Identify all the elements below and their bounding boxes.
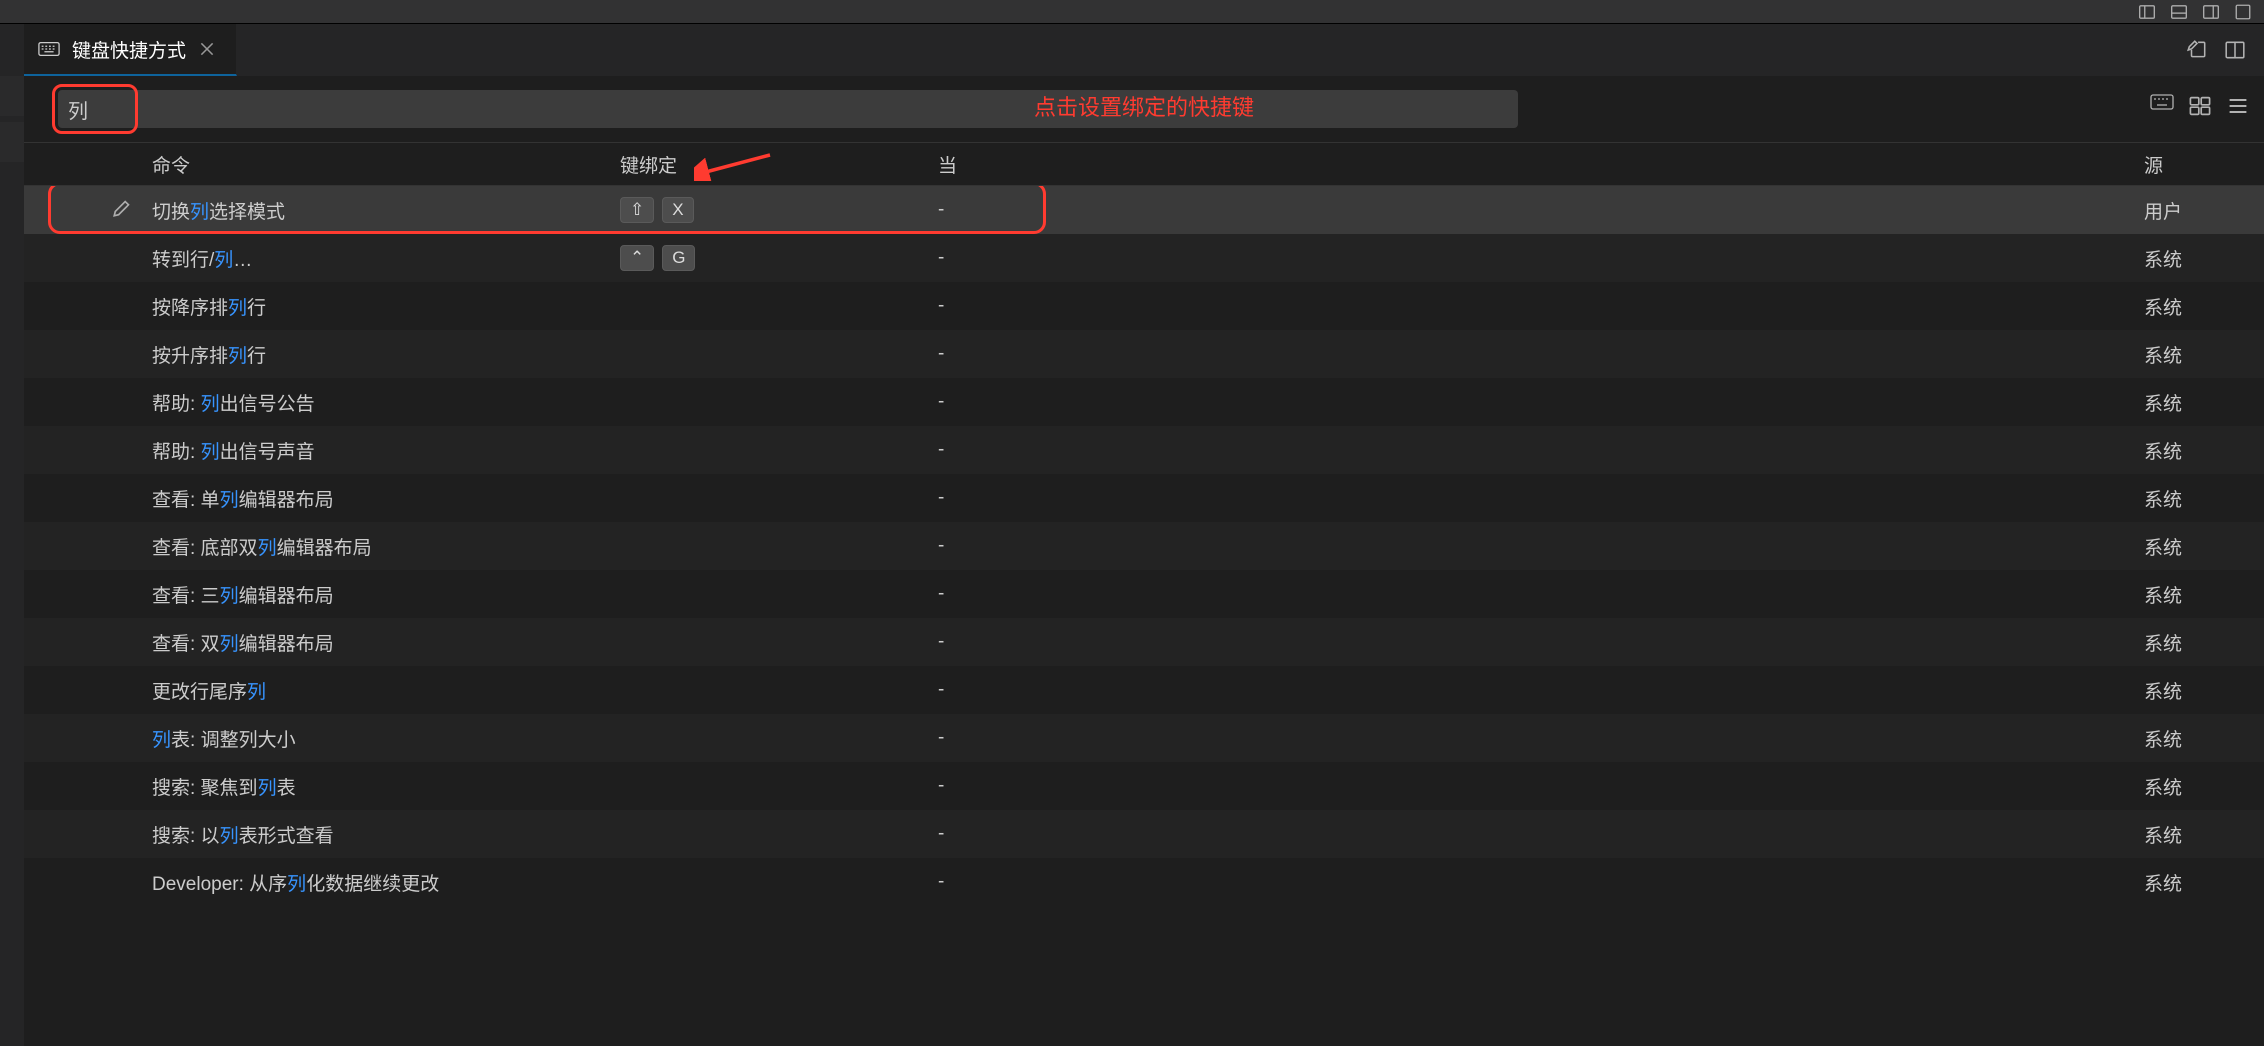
keycap: ⇧ (620, 197, 654, 223)
table-row[interactable]: 按升序排列行 -系统 (24, 330, 2264, 378)
when-cell: - (938, 199, 2144, 221)
table-row[interactable]: 查看: 双列编辑器布局 -系统 (24, 618, 2264, 666)
when-cell: - (938, 775, 2144, 797)
table-row[interactable]: 搜索: 聚焦到列表 -系统 (24, 762, 2264, 810)
sort-icon[interactable] (2188, 94, 2212, 118)
source-cell: 系统 (2144, 725, 2264, 752)
table-body: 切换列选择模式⇧X-用户转到行/列…⌃G-系统按降序排列行-系统按升序排列行-系… (24, 186, 2264, 1046)
source-cell: 系统 (2144, 293, 2264, 320)
source-cell: 系统 (2144, 581, 2264, 608)
table-row[interactable]: 转到行/列…⌃G-系统 (24, 234, 2264, 282)
tabbar-left-spacer (0, 24, 24, 76)
when-cell: - (938, 535, 2144, 557)
command-cell: 列表: 调整列大小 (152, 725, 620, 752)
command-cell: 查看: 底部双列编辑器布局 (152, 533, 620, 560)
command-cell: 按升序排列行 (152, 341, 620, 368)
table-row[interactable]: 帮助: 列出信号公告 -系统 (24, 378, 2264, 426)
source-cell: 系统 (2144, 629, 2264, 656)
left-gutter (0, 76, 24, 1046)
keycap: ⌃ (620, 245, 654, 271)
when-cell: - (938, 343, 2144, 365)
when-cell: - (938, 871, 2144, 893)
table-row[interactable]: 帮助: 列出信号声音 -系统 (24, 426, 2264, 474)
command-cell: 搜索: 聚焦到列表 (152, 773, 620, 800)
fullscreen-icon[interactable] (2234, 3, 2252, 21)
when-cell: - (938, 727, 2144, 749)
keybinding-cell: ⇧X (620, 197, 938, 223)
table-row[interactable]: 更改行尾序列 -系统 (24, 666, 2264, 714)
table-row[interactable]: 查看: 单列编辑器布局 -系统 (24, 474, 2264, 522)
table-row[interactable]: 搜索: 以列表形式查看 -系统 (24, 810, 2264, 858)
command-cell: 帮助: 列出信号公告 (152, 389, 620, 416)
row-gutter (58, 196, 152, 224)
table-row[interactable]: 按降序排列行 -系统 (24, 282, 2264, 330)
split-editor-icon[interactable] (2224, 39, 2246, 61)
when-cell: - (938, 823, 2144, 845)
when-cell: - (938, 295, 2144, 317)
source-cell: 系统 (2144, 485, 2264, 512)
col-header-source[interactable]: 源 (2144, 151, 2264, 178)
when-cell: - (938, 439, 2144, 461)
table-row[interactable]: 查看: 三列编辑器布局 -系统 (24, 570, 2264, 618)
window-titlebar (0, 0, 2264, 24)
source-cell: 系统 (2144, 677, 2264, 704)
source-cell: 系统 (2144, 341, 2264, 368)
col-header-command[interactable]: 命令 (152, 151, 620, 178)
editor-tabbar: 键盘快捷方式 (0, 24, 2264, 76)
edit-icon[interactable] (112, 196, 134, 224)
table-row[interactable]: 切换列选择模式⇧X-用户 (24, 186, 2264, 234)
source-cell: 用户 (2144, 197, 2264, 224)
command-cell: 查看: 三列编辑器布局 (152, 581, 620, 608)
when-cell: - (938, 631, 2144, 653)
record-keys-icon[interactable] (2150, 94, 2174, 118)
tab-label: 键盘快捷方式 (72, 36, 186, 63)
when-cell: - (938, 679, 2144, 701)
when-cell: - (938, 487, 2144, 509)
command-cell: Developer: 从序列化数据继续更改 (152, 869, 620, 896)
table-row[interactable]: 列表: 调整列大小 -系统 (24, 714, 2264, 762)
panel-toggle-icon[interactable] (2170, 3, 2188, 21)
search-row: 点击设置绑定的快捷键 (24, 76, 2264, 142)
keyboard-shortcuts-editor: 点击设置绑定的快捷键 (24, 76, 2264, 1046)
command-cell: 帮助: 列出信号声音 (152, 437, 620, 464)
table-header: 命令 键绑定 当 源 (24, 142, 2264, 186)
col-header-when[interactable]: 当 (938, 151, 2144, 178)
source-cell: 系统 (2144, 533, 2264, 560)
keycap: X (662, 197, 693, 223)
command-cell: 查看: 双列编辑器布局 (152, 629, 620, 656)
table-row[interactable]: 查看: 底部双列编辑器布局 -系统 (24, 522, 2264, 570)
table-row[interactable]: Developer: 从序列化数据继续更改 -系统 (24, 858, 2264, 906)
open-settings-json-icon[interactable] (2186, 39, 2208, 61)
command-cell: 查看: 单列编辑器布局 (152, 485, 620, 512)
command-cell: 搜索: 以列表形式查看 (152, 821, 620, 848)
layout-toggle-icon[interactable] (2138, 3, 2156, 21)
keycap: G (662, 245, 695, 271)
command-cell: 切换列选择模式 (152, 197, 620, 224)
command-cell: 更改行尾序列 (152, 677, 620, 704)
source-cell: 系统 (2144, 437, 2264, 464)
col-header-keybinding[interactable]: 键绑定 (620, 151, 938, 178)
filter-menu-icon[interactable] (2226, 94, 2250, 118)
command-cell: 转到行/列… (152, 245, 620, 272)
source-cell: 系统 (2144, 245, 2264, 272)
source-cell: 系统 (2144, 389, 2264, 416)
main-area: 点击设置绑定的快捷键 (0, 76, 2264, 1046)
when-cell: - (938, 583, 2144, 605)
keyboard-icon (38, 38, 60, 60)
search-input[interactable] (58, 90, 1518, 128)
source-cell: 系统 (2144, 869, 2264, 896)
when-cell: - (938, 391, 2144, 413)
close-icon[interactable] (198, 40, 216, 58)
when-cell: - (938, 247, 2144, 269)
tab-keyboard-shortcuts[interactable]: 键盘快捷方式 (24, 24, 237, 76)
keybinding-cell: ⌃G (620, 245, 938, 271)
command-cell: 按降序排列行 (152, 293, 620, 320)
sidebar-toggle-icon[interactable] (2202, 3, 2220, 21)
source-cell: 系统 (2144, 821, 2264, 848)
source-cell: 系统 (2144, 773, 2264, 800)
